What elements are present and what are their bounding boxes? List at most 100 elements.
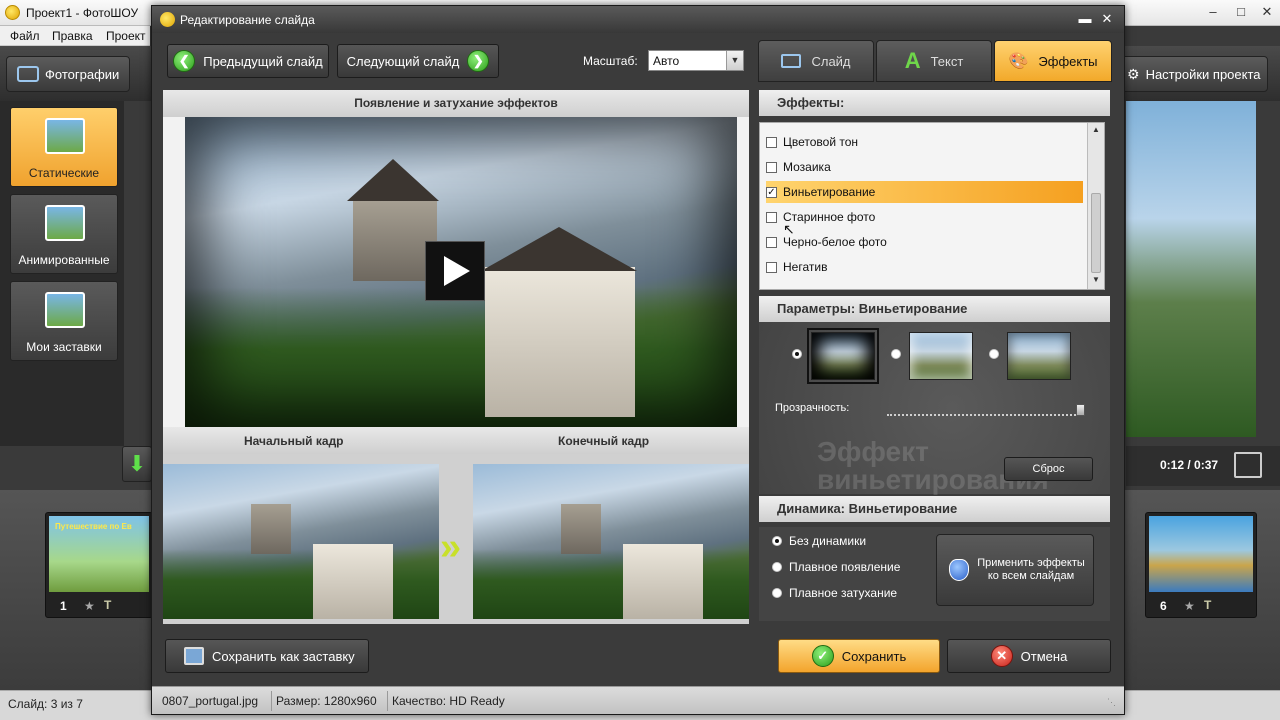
castle-tower xyxy=(251,504,291,554)
opacity-slider[interactable] xyxy=(887,414,1083,416)
category-static[interactable]: Статические xyxy=(10,107,118,187)
dynamics-none-radio[interactable] xyxy=(772,536,782,546)
project-settings-label: Настройки проекта xyxy=(1145,66,1261,82)
dynamics-fade-in-radio[interactable] xyxy=(772,562,782,572)
effect-item-vignette[interactable]: ✓ Виньетирование xyxy=(766,181,1083,203)
film-thumb-1[interactable]: Путешествие по Ев 1 ★ T xyxy=(45,512,153,618)
save-intro-icon xyxy=(184,647,204,665)
film-thumb-1-image: Путешествие по Ев xyxy=(49,516,149,592)
zoom-label: Масштаб: xyxy=(583,54,638,68)
reset-button[interactable]: Сброс xyxy=(1004,457,1093,481)
castle-building xyxy=(313,544,393,619)
status-size: Размер: 1280x960 xyxy=(276,694,377,708)
effect-item-mosaic[interactable]: Мозаика xyxy=(766,156,1084,178)
minimize-icon[interactable]: – xyxy=(1200,2,1226,22)
dynamics-none-option[interactable]: Без динамики xyxy=(772,534,866,548)
mouse-cursor-icon: ↖ xyxy=(783,221,795,237)
dynamics-fade-out-option[interactable]: Плавное затухание xyxy=(772,586,897,600)
zoom-select[interactable]: Авто ▼ xyxy=(648,50,744,71)
photos-button[interactable]: Фотографии xyxy=(6,56,130,92)
palette-icon: 🎨 xyxy=(1008,53,1029,70)
fullscreen-icon[interactable] xyxy=(1234,452,1262,478)
dialog-titlebar: Редактирование слайда ▬ ✕ xyxy=(152,6,1124,33)
arrow-right-icon: ❯ xyxy=(467,50,490,72)
scroll-down-icon[interactable]: ▼ xyxy=(1092,275,1100,284)
effect-label: Старинное фото xyxy=(783,210,876,224)
menu-file[interactable]: Файл xyxy=(10,29,40,43)
vignette-option-1-radio[interactable] xyxy=(792,349,802,359)
save-as-intro-button[interactable]: Сохранить как заставку xyxy=(165,639,369,673)
picture-icon xyxy=(45,118,85,154)
film-thumb-6-image xyxy=(1149,516,1253,592)
effects-scrollbar[interactable]: ▲ ▼ xyxy=(1087,123,1104,289)
castle-roof xyxy=(481,227,637,271)
main-window-title: Проект1 - ФотоШОУ xyxy=(26,6,139,20)
apply-to-all-label: Применить эффекты ко всем слайдам xyxy=(977,557,1085,582)
text-t-icon: T xyxy=(104,598,112,612)
dialog-statusbar: 0807_portugal.jpg Размер: 1280x960 Качес… xyxy=(152,686,1124,714)
dynamics-fade-in-option[interactable]: Плавное появление xyxy=(772,560,900,574)
prev-slide-button[interactable]: ❮ Предыдущий слайд xyxy=(167,44,329,78)
effect-label: Мозаика xyxy=(783,160,831,174)
film-thumb-6[interactable]: 6 ★ T xyxy=(1145,512,1257,618)
resize-grip-icon[interactable]: ⋱ xyxy=(1107,697,1116,708)
opacity-slider-handle[interactable] xyxy=(1076,404,1085,416)
status-filename: 0807_portugal.jpg xyxy=(162,694,259,708)
tab-slide-label: Слайд xyxy=(811,53,851,69)
preview-header: Появление и затухание эффектов xyxy=(163,90,749,117)
effect-checkbox[interactable] xyxy=(766,161,777,173)
category-my-intros[interactable]: Мои заставки xyxy=(10,281,118,361)
effect-checkbox[interactable] xyxy=(766,136,777,148)
project-settings-button[interactable]: ⚙ Настройки проекта xyxy=(1118,56,1268,92)
chevron-down-icon[interactable]: ▼ xyxy=(726,51,743,70)
tab-slide[interactable]: Слайд xyxy=(758,40,874,82)
cancel-button[interactable]: ✕ Отмена xyxy=(947,639,1111,673)
next-slide-label: Следующий слайд xyxy=(346,53,460,69)
category-animated[interactable]: Анимированные xyxy=(10,194,118,274)
category-my-intros-label: Мои заставки xyxy=(26,340,102,354)
effect-item-negative[interactable]: Негатив xyxy=(766,256,1084,278)
menu-edit[interactable]: Правка xyxy=(52,29,93,43)
dialog-close-icon[interactable]: ✕ xyxy=(1096,10,1118,28)
start-frame-image[interactable] xyxy=(163,464,439,619)
scrollbar-thumb[interactable] xyxy=(1091,193,1101,273)
tab-text[interactable]: A Текст xyxy=(876,40,992,82)
arrow-left-icon: ❮ xyxy=(173,50,196,72)
dynamics-fade-out-radio[interactable] xyxy=(772,588,782,598)
close-icon[interactable]: ✕ xyxy=(1254,2,1280,22)
opacity-label: Прозрачность: xyxy=(775,402,850,414)
start-frame-label: Начальный кадр xyxy=(244,434,344,448)
menu-project[interactable]: Проект xyxy=(106,29,146,43)
vignette-option-1-thumb[interactable] xyxy=(807,328,879,384)
vignette-option-2-thumb[interactable] xyxy=(909,332,973,380)
castle-building xyxy=(623,544,703,619)
maximize-icon[interactable]: □ xyxy=(1228,2,1254,22)
effect-checkbox[interactable] xyxy=(766,261,777,273)
vignette-option-2-radio[interactable] xyxy=(891,349,901,359)
end-frame-image[interactable] xyxy=(473,464,749,619)
category-panel: Статические Анимированные Мои заставки xyxy=(0,101,124,446)
add-down-arrow-icon[interactable]: ⬇ xyxy=(122,446,152,482)
vignette-option-3-thumb[interactable] xyxy=(1007,332,1071,380)
scroll-up-icon[interactable]: ▲ xyxy=(1092,125,1100,134)
effect-item-vintage[interactable]: Старинное фото xyxy=(766,206,1084,228)
apply-to-all-slides-button[interactable]: Применить эффекты ко всем слайдам xyxy=(936,534,1094,606)
play-button[interactable] xyxy=(425,241,485,301)
film-thumb-6-number: 6 xyxy=(1160,599,1167,613)
effect-checkbox[interactable] xyxy=(766,236,777,248)
app-logo-icon xyxy=(5,5,20,20)
preview-area xyxy=(163,117,749,427)
cancel-label: Отмена xyxy=(1020,648,1068,664)
double-chevron-right-icon: » xyxy=(440,526,462,568)
effect-checkbox-checked[interactable]: ✓ xyxy=(766,186,777,198)
user-picture-icon xyxy=(45,292,85,328)
save-button[interactable]: ✓ Сохранить xyxy=(778,639,940,673)
effect-item-bw[interactable]: Черно-белое фото xyxy=(766,231,1084,253)
castle-building xyxy=(485,267,635,417)
dialog-minimize-icon[interactable]: ▬ xyxy=(1074,10,1096,28)
tab-effects[interactable]: 🎨 Эффекты xyxy=(994,40,1112,82)
vignette-option-3-radio[interactable] xyxy=(989,349,999,359)
star-icon: ★ xyxy=(1184,599,1195,613)
effect-item-color-tone[interactable]: Цветовой тон xyxy=(766,131,1084,153)
next-slide-button[interactable]: Следующий слайд ❯ xyxy=(337,44,499,78)
